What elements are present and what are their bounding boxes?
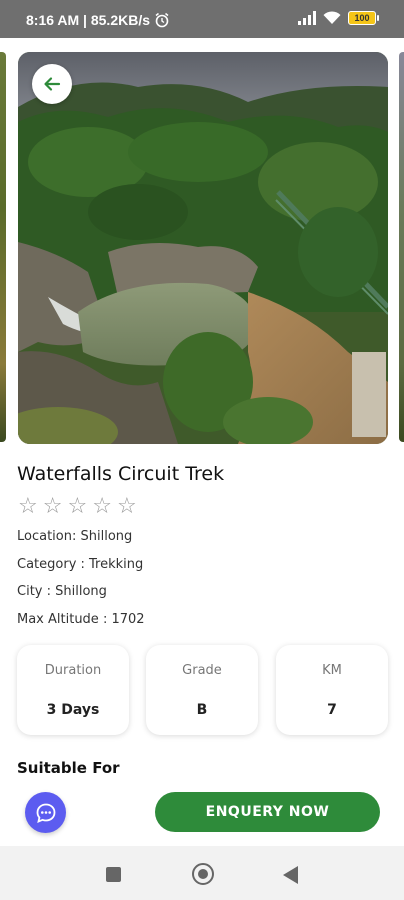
grade-card: Grade B <box>146 645 258 735</box>
km-label: KM <box>322 663 342 678</box>
city-text: City : Shillong <box>17 584 107 599</box>
trek-title: Waterfalls Circuit Trek <box>17 463 225 485</box>
system-nav-bar <box>0 846 404 900</box>
chat-button[interactable] <box>25 792 66 833</box>
chat-icon <box>36 803 55 823</box>
wifi-icon <box>323 11 341 24</box>
km-value: 7 <box>327 702 337 718</box>
status-bar: 8:16 AM | 85.2KB/s 100 <box>0 0 404 38</box>
status-right: 100 <box>298 11 379 25</box>
star-outline-icon[interactable]: ☆ <box>18 496 38 518</box>
carousel-prev-peek[interactable] <box>0 52 6 442</box>
max-altitude-text: Max Altitude : 1702 <box>17 612 145 627</box>
star-outline-icon[interactable]: ☆ <box>67 496 87 518</box>
duration-value: 3 Days <box>46 702 100 718</box>
duration-card: Duration 3 Days <box>17 645 129 735</box>
status-left: 8:16 AM | 85.2KB/s <box>26 12 170 28</box>
suitable-for-heading: Suitable For <box>17 759 120 777</box>
enquiry-now-button[interactable]: ENQUERY NOW <box>155 792 380 832</box>
back-arrow-icon <box>44 77 61 91</box>
location-text: Location: Shillong <box>17 529 133 544</box>
alarm-icon <box>155 12 169 28</box>
status-time-speed: 8:16 AM | 85.2KB/s <box>26 12 151 28</box>
hero-image[interactable] <box>18 52 388 444</box>
back-button[interactable] <box>32 64 72 104</box>
recent-apps-icon[interactable] <box>106 867 121 882</box>
category-text: Category : Trekking <box>17 557 144 572</box>
grade-value: B <box>196 702 208 718</box>
home-icon[interactable] <box>192 863 214 885</box>
grade-label: Grade <box>182 663 222 678</box>
signal-icon <box>298 11 316 25</box>
rating-stars[interactable]: ☆ ☆ ☆ ☆ ☆ <box>18 496 137 518</box>
star-outline-icon[interactable]: ☆ <box>92 496 112 518</box>
star-outline-icon[interactable]: ☆ <box>117 496 137 518</box>
star-outline-icon[interactable]: ☆ <box>43 496 63 518</box>
km-card: KM 7 <box>276 645 388 735</box>
battery-level: 100 <box>354 12 370 23</box>
duration-label: Duration <box>44 663 102 678</box>
battery-icon: 100 <box>348 11 379 25</box>
carousel-next-peek[interactable] <box>399 52 404 442</box>
nav-back-icon[interactable] <box>283 866 298 884</box>
